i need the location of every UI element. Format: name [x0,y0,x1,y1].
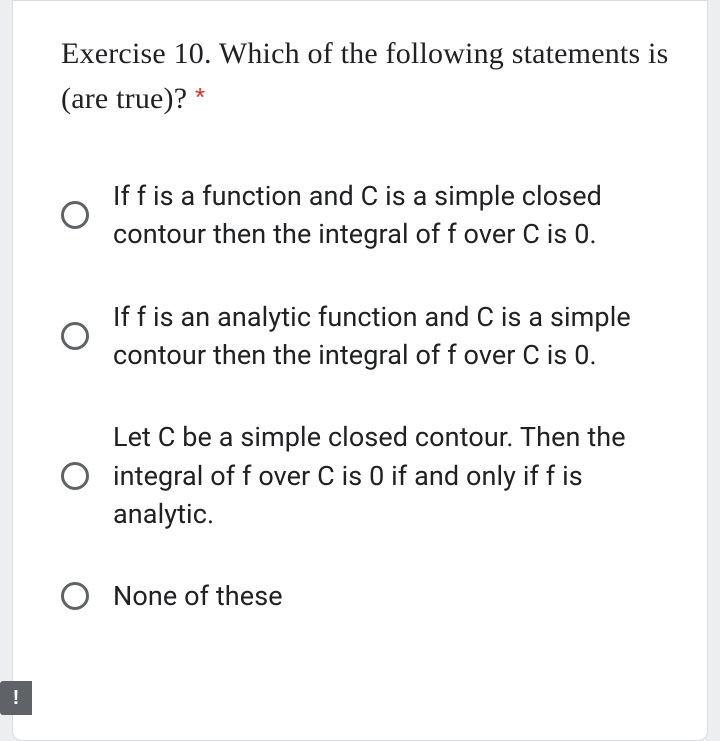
report-problem-icon[interactable]: ! [0,681,32,715]
option-label: If f is an analytic function and C is a … [113,298,675,375]
radio-button[interactable] [61,322,89,350]
options-group: If f is a function and C is a simple clo… [61,177,675,616]
option-label: Let C be a simple closed contour. Then t… [113,418,675,533]
radio-button[interactable] [61,201,89,229]
option-label: If f is a function and C is a simple clo… [113,177,675,254]
exclamation-glyph: ! [13,688,20,708]
option-row-2[interactable]: If f is an analytic function and C is a … [61,298,675,375]
question-title: Exercise 10. Which of the following stat… [61,31,675,121]
radio-button[interactable] [61,462,89,490]
option-row-3[interactable]: Let C be a simple closed contour. Then t… [61,418,675,533]
radio-button[interactable] [61,582,89,610]
question-card: Exercise 10. Which of the following stat… [12,0,708,741]
question-text: Exercise 10. Which of the following stat… [61,37,668,115]
option-row-4[interactable]: None of these [61,577,675,615]
option-label: None of these [113,577,283,615]
required-asterisk: * [195,82,205,112]
option-row-1[interactable]: If f is a function and C is a simple clo… [61,177,675,254]
